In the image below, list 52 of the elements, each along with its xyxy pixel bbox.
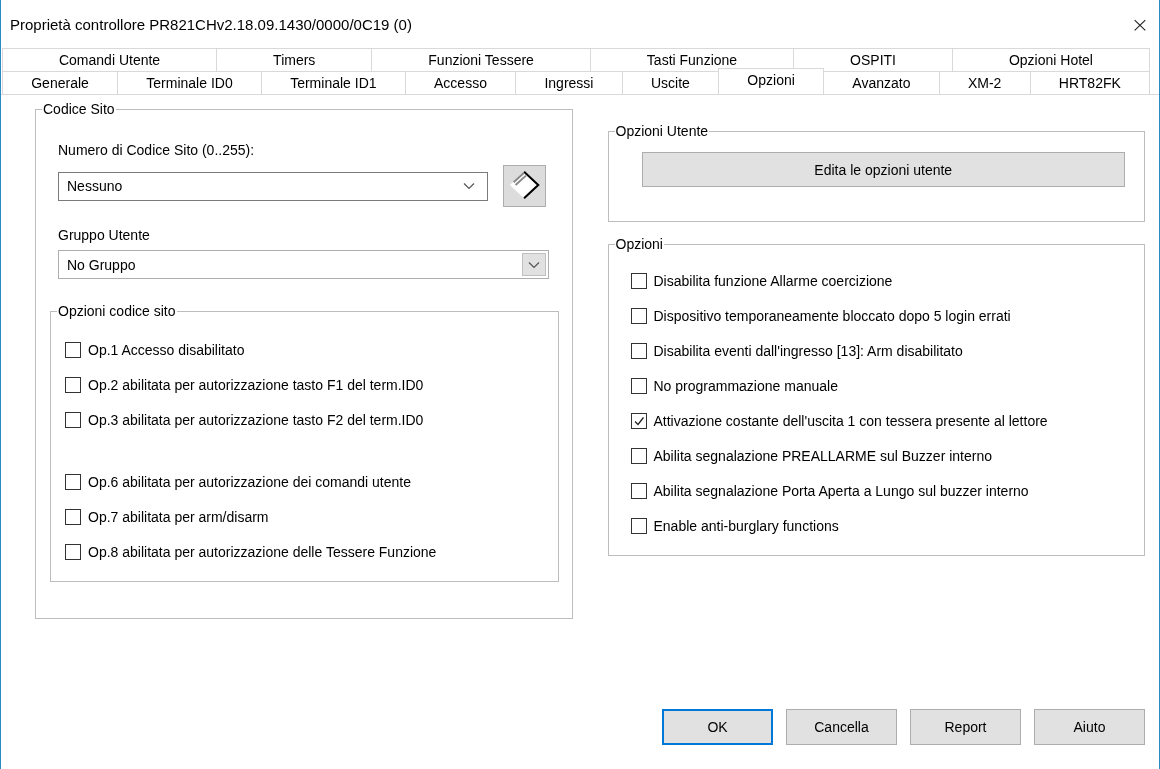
site-code-dropdown[interactable]: Nessuno (58, 171, 488, 201)
checkbox-label: Abilita segnalazione PREALLARME sul Buzzer interno (653, 447, 992, 464)
checkbox[interactable] (65, 376, 81, 393)
checkbox-label: Abilita segnalazione Porta Aperta a Lungo sul buzzer interno (653, 482, 1029, 499)
checkbox-label: No programmazione manuale (653, 377, 838, 394)
checkbox[interactable] (65, 508, 81, 525)
group-title: Codice Sito (42, 101, 116, 117)
checkbox-label: Enable anti-burglary functions (653, 517, 839, 534)
close-button[interactable]: × (1121, 5, 1159, 43)
checkbox[interactable] (630, 307, 647, 324)
checkbox-label: Op.2 abilitata per autorizzazione tasto F1 del term.ID0 (88, 376, 424, 393)
checkbox-label: Op.6 abilitata per autorizzazione dei comandi utente (88, 473, 411, 490)
checkbox[interactable] (630, 342, 647, 359)
window-title: Proprietà controllore PR821CHv2.18.09.1430/0000/0C19 (0) (10, 15, 412, 33)
group-title: Opzioni (614, 236, 664, 252)
checkbox[interactable] (630, 412, 647, 429)
caret-icon (463, 182, 475, 190)
group-title: Opzioni codice sito (57, 303, 177, 319)
caret-icon (522, 253, 546, 276)
checkbox-label: Op.3 abilitata per autorizzazione tasto F2 del term.ID0 (88, 411, 424, 428)
tab[interactable]: Generale (2, 71, 119, 94)
tab[interactable]: Opzioni Hotel (951, 48, 1150, 71)
checkbox[interactable] (65, 543, 81, 560)
checkbox[interactable] (630, 272, 647, 289)
dialog-button[interactable]: Report (910, 709, 1021, 745)
field-label: Numero di Codice Sito (0..255): (58, 142, 256, 160)
tab[interactable]: Comandi Utente (2, 48, 218, 71)
dropdown-value: Nessuno (67, 178, 123, 194)
checkbox[interactable] (65, 411, 81, 428)
checkbox-label: Dispositivo temporaneamente bloccato dopo 5 login errati (653, 307, 1011, 324)
checkbox-label: Attivazione costante dell'uscita 1 con tessera presente al lettore (653, 412, 1048, 429)
checkbox[interactable] (630, 517, 647, 534)
tab[interactable]: Ingressi (515, 71, 623, 94)
checkbox[interactable] (65, 473, 81, 490)
field-label: Gruppo Utente (58, 227, 151, 245)
checkbox[interactable] (65, 341, 81, 358)
edit-user-options-button[interactable]: Edita le opzioni utente (641, 152, 1125, 187)
checkbox[interactable] (630, 482, 647, 499)
checkbox-label: Op.8 abilitata per autorizzazione delle Tessere Funzione (88, 543, 437, 560)
card-button[interactable] (503, 165, 546, 207)
user-group-dropdown[interactable]: No Gruppo (58, 250, 549, 279)
checkbox-label: Op.1 Accesso disabilitato (88, 341, 245, 358)
dialog-button[interactable]: Cancella (786, 709, 897, 745)
dialog-button[interactable]: OK (662, 709, 773, 745)
group-title: Opzioni Utente (614, 123, 710, 139)
checkbox-label: Op.7 abilitata per arm/disarm (88, 508, 269, 525)
checkbox-label: Disabilita funzione Allarme coercizione (653, 272, 893, 289)
checkbox-label: Disabilita eventi dall'ingresso [13]: Arm disabilitato (653, 342, 963, 359)
dialog-button[interactable]: Aiuto (1034, 709, 1145, 745)
checkbox[interactable] (630, 377, 647, 394)
checkbox[interactable] (630, 447, 647, 464)
tab[interactable]: HRT82FK (1029, 71, 1151, 94)
